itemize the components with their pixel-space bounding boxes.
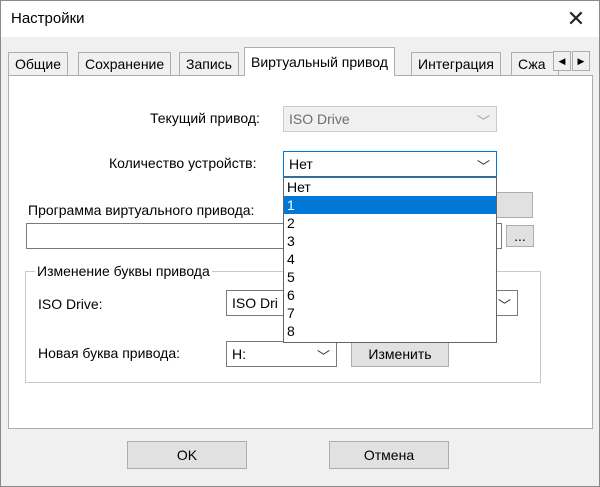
chevron-down-icon: ﹀: [497, 298, 511, 313]
new-letter-value: H:: [232, 346, 246, 362]
dropdown-option[interactable]: Нет: [284, 178, 496, 196]
tab-saving[interactable]: Сохранение: [78, 52, 172, 75]
dropdown-option[interactable]: 5: [284, 268, 496, 286]
program-label: Программа виртуального привода:: [28, 202, 255, 218]
arrow-left-icon: ◀: [558, 55, 566, 66]
close-button[interactable]: ✕: [553, 1, 599, 37]
browse-button[interactable]: ...: [506, 225, 534, 247]
iso-drive-label: ISO Drive:: [38, 296, 103, 312]
chevron-down-icon: ﹀: [316, 349, 330, 364]
dropdown-option[interactable]: 7: [284, 304, 496, 322]
dropdown-option[interactable]: 1: [284, 196, 496, 214]
title-bar: Настройки ✕: [1, 1, 599, 37]
dropdown-option[interactable]: 2: [284, 214, 496, 232]
device-count-label: Количество устройств:: [109, 155, 257, 171]
device-count-value: Нет: [289, 156, 313, 172]
dropdown-option[interactable]: 3: [284, 232, 496, 250]
tab-recording[interactable]: Запись: [179, 52, 239, 75]
device-count-select[interactable]: Нет ﹀: [283, 151, 497, 177]
change-letter-button[interactable]: Изменить: [351, 341, 449, 367]
dropdown-option[interactable]: 4: [284, 250, 496, 268]
drive-letter-group-title: Изменение буквы привода: [35, 263, 212, 279]
new-letter-label: Новая буква привода:: [38, 345, 181, 361]
tab-scroll-right-button[interactable]: ▶: [572, 51, 590, 71]
cancel-button[interactable]: Отмена: [329, 441, 449, 469]
tab-scroll-left-button[interactable]: ◀: [553, 51, 571, 71]
settings-dialog: Настройки ✕ Общие Сохранение Запись Вирт…: [0, 0, 600, 487]
tab-integration[interactable]: Интеграция: [411, 52, 501, 75]
chevron-down-icon: ﹀: [476, 114, 490, 129]
tab-compression[interactable]: Сжа: [511, 52, 559, 75]
window-title: Настройки: [11, 10, 85, 27]
dropdown-option[interactable]: 6: [284, 286, 496, 304]
hidden-button[interactable]: [495, 192, 533, 218]
tab-general[interactable]: Общие: [8, 52, 69, 75]
dropdown-option[interactable]: 8: [284, 322, 496, 340]
close-icon: ✕: [566, 6, 586, 31]
arrow-right-icon: ▶: [577, 55, 585, 66]
iso-drive-value: ISO Dri: [232, 295, 278, 311]
current-drive-label: Текущий привод:: [150, 110, 260, 126]
device-count-dropdown-list[interactable]: Нет 1 2 3 4 5 6 7 8: [283, 177, 497, 343]
current-drive-value: ISO Drive: [289, 111, 350, 127]
new-letter-select[interactable]: H: ﹀: [226, 341, 337, 367]
chevron-down-icon: ﹀: [476, 159, 490, 174]
ok-button[interactable]: OK: [127, 441, 247, 469]
current-drive-select: ISO Drive ﹀: [283, 106, 497, 132]
tab-virtual-drive[interactable]: Виртуальный привод: [244, 47, 395, 76]
